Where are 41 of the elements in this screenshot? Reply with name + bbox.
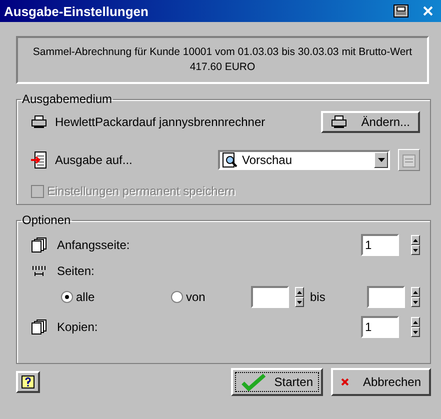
ruler-icon: [31, 265, 47, 277]
start-button[interactable]: Starten: [231, 368, 323, 396]
spin-buttons[interactable]: [411, 235, 420, 255]
close-button[interactable]: [423, 6, 433, 16]
change-printer-button[interactable]: Ändern...: [321, 111, 420, 133]
printer-icon: [31, 115, 47, 129]
to-label: bis: [310, 290, 326, 304]
to-page-field[interactable]: [367, 286, 405, 308]
from-page-field[interactable]: [251, 286, 289, 308]
window-title: Ausgabe-Einstellungen: [4, 4, 150, 18]
document-icon: [401, 152, 417, 168]
group-legend: Ausgabemedium: [21, 92, 114, 106]
start-page-label: Anfangsseite:: [57, 238, 130, 252]
printer-icon[interactable]: [393, 4, 409, 18]
cancel-button[interactable]: Abbrechen: [331, 368, 431, 396]
help-icon: [21, 375, 35, 389]
printer-icon: [331, 115, 348, 129]
summary-text: Sammel-Abrechnung für Kunde 10001 vom 01.03.03 bis 30.03.03 mit Brutto-Wert: [32, 45, 412, 60]
pages-icon: [31, 237, 47, 253]
pages-label: Seiten:: [57, 264, 94, 278]
output-select[interactable]: Vorschau: [218, 150, 390, 170]
output-label: Ausgabe auf...: [55, 153, 132, 167]
radio-label: alle: [76, 290, 95, 304]
copies-label: Kopien:: [57, 320, 98, 334]
printer-name: HewlettPackardauf jannysbrennrechner: [55, 115, 266, 129]
spin-buttons[interactable]: [295, 287, 304, 307]
radio-button[interactable]: [171, 291, 183, 303]
help-button[interactable]: [16, 371, 40, 393]
radio-button[interactable]: [61, 291, 73, 303]
copies-field[interactable]: 1: [361, 316, 399, 338]
checkmark-icon: [241, 373, 266, 391]
magnifier-icon: [222, 152, 238, 168]
document-arrow-icon: [31, 151, 47, 169]
spin-buttons[interactable]: [411, 317, 420, 337]
start-page-field[interactable]: 1: [361, 234, 399, 256]
spin-buttons[interactable]: [411, 287, 420, 307]
copies-icon: [31, 319, 47, 335]
radio-label: von: [186, 290, 206, 304]
summary-amount: 417.60 EURO: [190, 60, 256, 75]
properties-button[interactable]: [398, 149, 420, 171]
group-legend: Optionen: [21, 213, 72, 227]
